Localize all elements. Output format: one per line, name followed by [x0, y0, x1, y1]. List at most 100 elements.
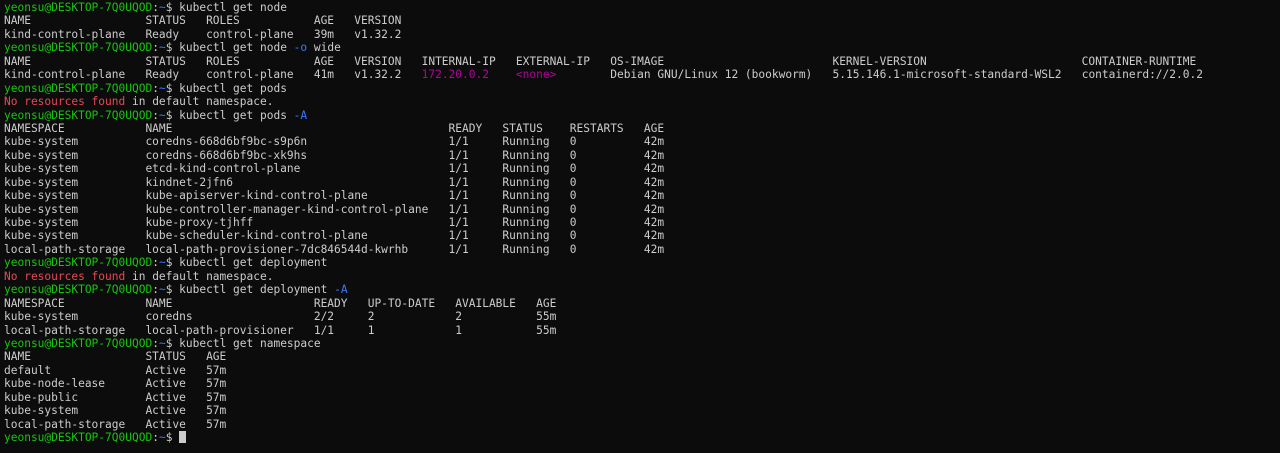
prompt-path: ~ [158, 81, 166, 95]
output-text: NAMESPACE NAME READY STATUS RESTARTS AGE [4, 121, 665, 135]
error-text: No resources found [4, 269, 126, 283]
terminal-line: kube-system kube-controller-manager-kind… [4, 203, 1276, 216]
output-text: kube-system coredns-668d6bf9bc-xk9hs 1/1… [4, 148, 665, 162]
terminal-line: NAMESPACE NAME READY STATUS RESTARTS AGE [4, 122, 1276, 135]
terminal-line: local-path-storage local-path-provisione… [4, 324, 1276, 337]
terminal-line: yeonsu@DESKTOP-7Q0UQOD:~$ kubectl get po… [4, 109, 1276, 122]
prompt-path: ~ [158, 431, 166, 444]
prompt-user-host: yeonsu@DESKTOP-7Q0UQOD [4, 108, 153, 122]
command-flag: -A [293, 108, 308, 122]
terminal-line: yeonsu@DESKTOP-7Q0UQOD:~$ kubectl get no… [4, 1, 1276, 14]
output-text: wide [307, 41, 341, 55]
terminal-line: kind-control-plane Ready control-plane 4… [4, 68, 1276, 81]
output-text: kube-public Active 57m [4, 390, 227, 404]
terminal-line: kube-system coredns-668d6bf9bc-s9p6n 1/1… [4, 135, 1276, 148]
text-cursor [179, 431, 187, 443]
terminal-line: NAMESPACE NAME READY UP-TO-DATE AVAILABL… [4, 297, 1276, 310]
output-text: kube-system kube-scheduler-kind-control-… [4, 229, 665, 243]
prompt-user-host: yeonsu@DESKTOP-7Q0UQOD [4, 41, 153, 55]
terminal-line: kind-control-plane Ready control-plane 3… [4, 28, 1276, 41]
output-text: NAME STATUS ROLES AGE VERSION INTERNAL-I… [4, 54, 1197, 68]
output-text: : [152, 336, 159, 350]
output-text: : [152, 1, 159, 14]
terminal-line: yeonsu@DESKTOP-7Q0UQOD:~$ kubectl get po… [4, 82, 1276, 95]
output-text: $ kubectl get node [165, 1, 287, 14]
output-text: $ kubectl get pods [165, 81, 287, 95]
prompt-user-host: yeonsu@DESKTOP-7Q0UQOD [4, 81, 153, 95]
output-text: $ kubectl get deployment [165, 283, 335, 297]
output-text: : [152, 431, 159, 444]
terminal-line: kube-system Active 57m [4, 404, 1276, 417]
terminal-line: kube-public Active 57m [4, 391, 1276, 404]
terminal-line: kube-system kube-apiserver-kind-control-… [4, 189, 1276, 202]
prompt-user-host: yeonsu@DESKTOP-7Q0UQOD [4, 1, 153, 14]
terminal-line: NAME STATUS ROLES AGE VERSION [4, 14, 1276, 27]
output-text: kube-node-lease Active 57m [4, 377, 227, 391]
output-text: kube-system coredns-668d6bf9bc-s9p6n 1/1… [4, 135, 665, 149]
output-text: $ kubectl get pods [165, 108, 294, 122]
prompt-path: ~ [158, 41, 166, 55]
output-text: local-path-storage local-path-provisione… [4, 323, 557, 337]
prompt-user-host: yeonsu@DESKTOP-7Q0UQOD [4, 431, 153, 444]
output-text: $ kubectl get namespace [165, 336, 321, 350]
error-text: No resources found [4, 95, 126, 109]
output-text: local-path-storage Active 57m [4, 417, 227, 431]
output-text: kube-system kube-proxy-tjhff 1/1 Running… [4, 216, 665, 229]
terminal-line: NAME STATUS AGE [4, 350, 1276, 363]
output-text: NAME STATUS ROLES AGE VERSION [4, 14, 402, 28]
terminal-window[interactable]: yeonsu@DESKTOP-7Q0UQOD:~$ kubectl get no… [0, 0, 1280, 453]
terminal-line: local-path-storage Active 57m [4, 418, 1276, 431]
terminal-line: kube-system kube-proxy-tjhff 1/1 Running… [4, 216, 1276, 229]
command-flag: -o [293, 41, 308, 55]
output-text: in default namespace. [125, 95, 274, 109]
terminal-line: yeonsu@DESKTOP-7Q0UQOD:~$ kubectl get na… [4, 337, 1276, 350]
terminal-line: yeonsu@DESKTOP-7Q0UQOD:~$ kubectl get de… [4, 283, 1276, 296]
terminal-line: kube-system coredns-668d6bf9bc-xk9hs 1/1… [4, 149, 1276, 162]
prompt-path: ~ [158, 256, 166, 270]
output-text: kube-system kube-apiserver-kind-control-… [4, 189, 665, 203]
highlighted-value: <none> [515, 68, 557, 82]
terminal-line: No resources found in default namespace. [4, 270, 1276, 283]
terminal-line: kube-system kube-scheduler-kind-control-… [4, 229, 1276, 242]
output-text: in default namespace. [125, 269, 274, 283]
prompt-user-host: yeonsu@DESKTOP-7Q0UQOD [4, 256, 153, 270]
output-text: kube-system etcd-kind-control-plane 1/1 … [4, 162, 665, 176]
output-text: kind-control-plane Ready control-plane 3… [4, 27, 402, 41]
prompt-user-host: yeonsu@DESKTOP-7Q0UQOD [4, 336, 153, 350]
output-text: $ kubectl get deployment [165, 256, 328, 270]
output-text: : [152, 108, 159, 122]
prompt-path: ~ [158, 108, 166, 122]
terminal-line: yeonsu@DESKTOP-7Q0UQOD:~$ [4, 431, 1276, 444]
output-text: $ [165, 431, 180, 444]
output-text: NAMESPACE NAME READY UP-TO-DATE AVAILABL… [4, 296, 557, 310]
output-text: : [152, 81, 159, 95]
output-text: Debian GNU/Linux 12 (bookworm) 5.15.146.… [556, 68, 1203, 82]
terminal-line: kube-node-lease Active 57m [4, 377, 1276, 390]
command-flag: -A [334, 283, 348, 297]
output-text: : [152, 283, 159, 297]
output-text: kube-system kindnet-2jfn6 1/1 Running 0 … [4, 175, 665, 189]
prompt-path: ~ [158, 336, 166, 350]
output-text: kind-control-plane Ready control-plane 4… [4, 68, 422, 82]
terminal-line: local-path-storage local-path-provisione… [4, 243, 1276, 256]
output-text: kube-system coredns 2/2 2 2 55m [4, 310, 557, 324]
output-text: local-path-storage local-path-provisione… [4, 242, 665, 256]
terminal-line: kube-system kindnet-2jfn6 1/1 Running 0 … [4, 176, 1276, 189]
output-text: kube-system kube-controller-manager-kind… [4, 202, 665, 216]
output-text: kube-system Active 57m [4, 404, 227, 418]
terminal-line: NAME STATUS ROLES AGE VERSION INTERNAL-I… [4, 55, 1276, 68]
prompt-path: ~ [158, 1, 166, 14]
output-text: : [152, 256, 159, 270]
terminal-line: kube-system coredns 2/2 2 2 55m [4, 310, 1276, 323]
output-text: : [152, 41, 159, 55]
terminal-line: yeonsu@DESKTOP-7Q0UQOD:~$ kubectl get de… [4, 256, 1276, 269]
output-text: NAME STATUS AGE [4, 350, 227, 364]
output-text: default Active 57m [4, 363, 227, 377]
terminal-line: default Active 57m [4, 364, 1276, 377]
terminal-line: kube-system etcd-kind-control-plane 1/1 … [4, 162, 1276, 175]
prompt-path: ~ [158, 283, 166, 297]
highlighted-value: 172.20.0.2 [421, 68, 489, 82]
terminal-line: yeonsu@DESKTOP-7Q0UQOD:~$ kubectl get no… [4, 41, 1276, 54]
terminal-line: No resources found in default namespace. [4, 95, 1276, 108]
